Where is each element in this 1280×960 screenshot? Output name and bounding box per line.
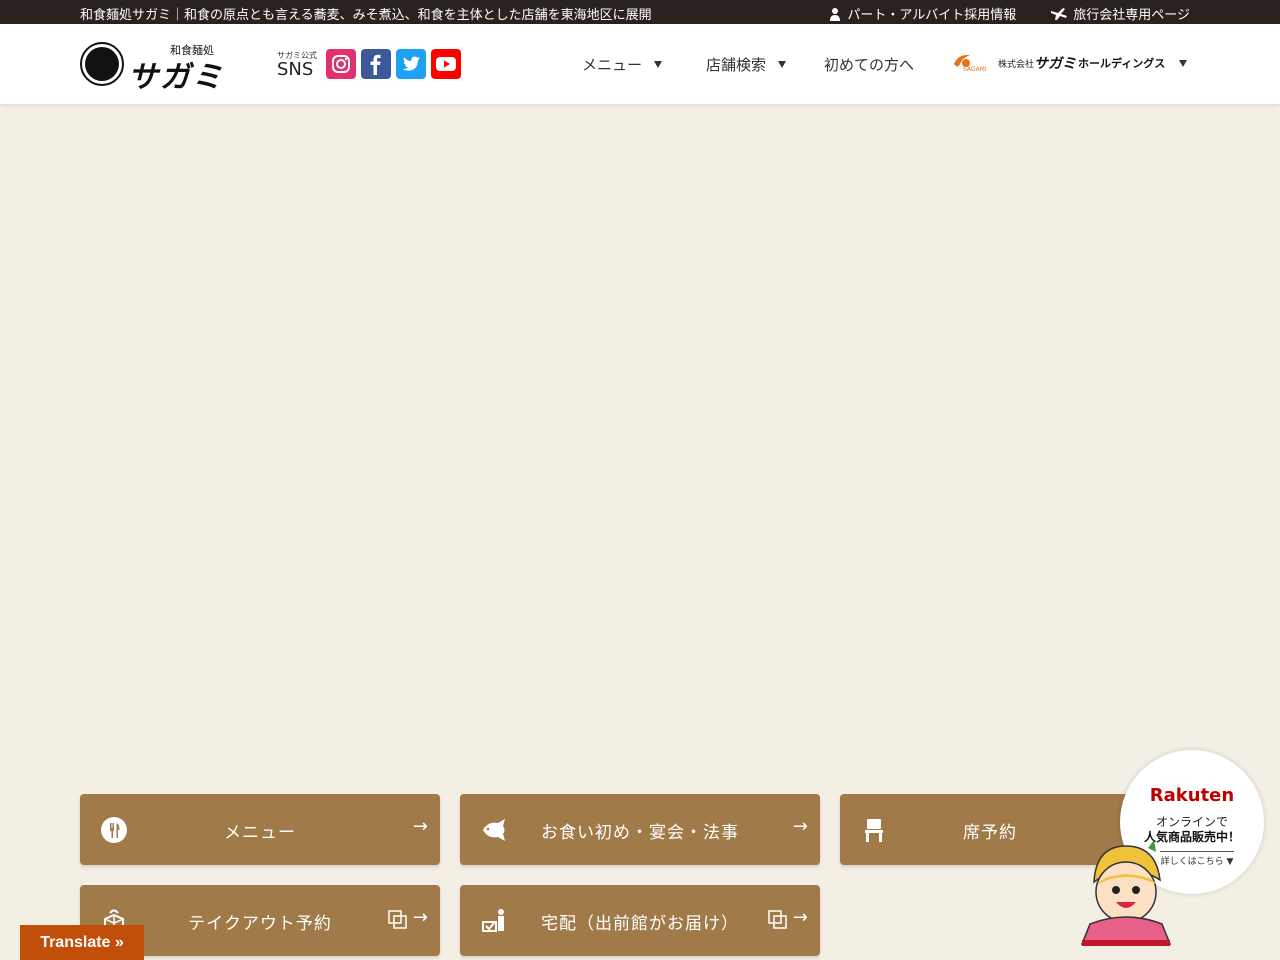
delivery-button-label: 宅配（出前館がお届け） xyxy=(541,914,739,934)
nav-store-search[interactable]: 店舗検索 xyxy=(706,54,787,75)
logo-main-text: サガミ xyxy=(128,60,224,95)
mascot-character-icon xyxy=(1080,840,1172,946)
person-icon xyxy=(830,7,841,21)
nav-menu[interactable]: メニュー xyxy=(582,54,663,75)
twitter-icon[interactable] xyxy=(396,49,426,79)
external-link-icon xyxy=(388,910,407,929)
facebook-icon[interactable] xyxy=(361,49,391,79)
sns-label-block: サガミ公式 SNS xyxy=(277,50,317,79)
nav-first-visit[interactable]: 初めての方へ xyxy=(824,54,914,75)
nav-first-visit-label: 初めての方へ xyxy=(824,56,915,74)
caret-down-icon xyxy=(778,61,787,68)
travel-agency-link[interactable]: 旅行会社専用ページ xyxy=(1050,4,1190,23)
site-header: 和食麺処 サガミ サガミ公式 SNS メニュー 店舗検索 初めての方へ SAGA… xyxy=(0,24,1280,104)
main-nav: メニュー 店舗検索 初めての方へ xyxy=(582,54,914,75)
holdings-mark-text: SAGAMI xyxy=(963,66,987,73)
recruit-link[interactable]: パート・アルバイト採用情報 xyxy=(828,4,1016,23)
sns-icons xyxy=(326,49,461,79)
sns-label: SNS xyxy=(277,59,314,80)
travel-agency-link-label: 旅行会社専用ページ xyxy=(1073,8,1190,23)
logo-emblem-icon xyxy=(80,42,124,86)
caret-down-icon xyxy=(1179,59,1188,67)
translate-button[interactable]: Translate » xyxy=(20,925,144,960)
arrow-right-icon: → xyxy=(412,907,428,928)
delivery-button[interactable]: 宅配（出前館がお届け） → xyxy=(460,885,820,956)
arrow-right-icon: → xyxy=(792,907,808,928)
external-link-icon xyxy=(768,910,787,929)
celebration-banquet-button[interactable]: お食い初め・宴会・法事 → xyxy=(460,794,820,865)
arrow-right-icon: → xyxy=(412,816,428,837)
instagram-icon[interactable] xyxy=(326,49,356,79)
nav-holdings[interactable]: SAGAMI 株式会社 サガミ ホールディングス xyxy=(950,52,1188,74)
nav-menu-label: メニュー xyxy=(582,56,643,74)
top-bar: 和食麺処サガミ｜和食の原点とも言える蕎麦、みそ煮込、和食を主体とした店舗を東海地… xyxy=(0,0,1280,24)
holdings-prefix: 株式会社 xyxy=(998,59,1035,70)
site-logo[interactable]: 和食麺処 サガミ xyxy=(80,42,254,95)
rakuten-logo-text: Rakuten xyxy=(1149,785,1235,806)
arrow-right-icon: → xyxy=(792,816,808,837)
youtube-icon[interactable] xyxy=(431,49,461,79)
nav-store-search-label: 店舗検索 xyxy=(706,56,767,74)
celebration-banquet-button-label: お食い初め・宴会・法事 xyxy=(541,823,739,843)
menu-button[interactable]: メニュー → xyxy=(80,794,440,865)
site-tagline: 和食麺処サガミ｜和食の原点とも言える蕎麦、みそ煮込、和食を主体とした店舗を東海地… xyxy=(80,8,652,23)
airplane-icon xyxy=(1051,7,1068,20)
menu-button-label: メニュー xyxy=(224,823,296,843)
caret-down-icon xyxy=(654,61,663,68)
recruit-link-label: パート・アルバイト採用情報 xyxy=(847,8,1017,23)
holdings-name: サガミ xyxy=(1034,56,1077,72)
holdings-suffix: ホールディングス xyxy=(1078,57,1166,70)
sagami-holdings-logo-icon: SAGAMI xyxy=(950,52,990,74)
